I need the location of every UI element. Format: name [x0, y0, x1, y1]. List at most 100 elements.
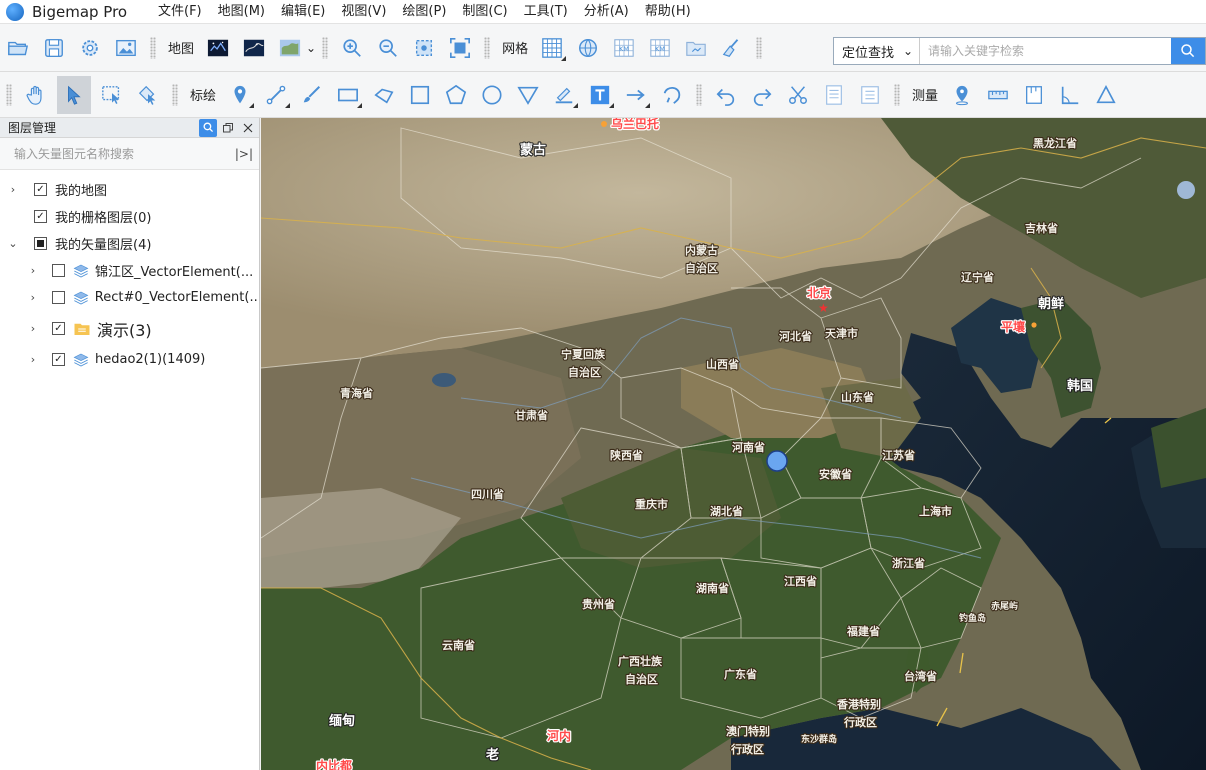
label-tianjin: 天津市: [825, 326, 858, 340]
expand-arrow-icon[interactable]: ⌄: [6, 237, 20, 250]
chevron-down-icon[interactable]: ⌄: [306, 41, 316, 55]
tree-item-rect[interactable]: › Rect#0_VectorElement(...: [0, 284, 259, 311]
label-diaoyudao: 钓鱼岛: [959, 612, 986, 624]
tree-item-jinjiang[interactable]: › 锦江区_VectorElement(...: [0, 257, 259, 284]
grid-button[interactable]: [537, 33, 567, 63]
pointer-icon: [68, 85, 81, 105]
draw-freehand-button[interactable]: [297, 80, 327, 110]
menu-file[interactable]: 文件(F): [150, 0, 210, 24]
layer-checkbox[interactable]: [51, 291, 65, 304]
menu-tools[interactable]: 工具(T): [516, 0, 576, 24]
expand-arrow-icon[interactable]: ›: [26, 264, 40, 277]
expand-arrow-icon[interactable]: ›: [6, 183, 20, 196]
layer-checkbox[interactable]: [52, 353, 65, 366]
map-canvas[interactable]: 乌兰巴托 蒙古 黑龙江省 吉林省 内蒙古 自治区 辽宁省 北京 ★ 朝鲜 河北省…: [261, 118, 1206, 770]
tree-item-hedao2[interactable]: › hedao2(1)(1409): [0, 346, 259, 373]
draw-label: 标绘: [190, 89, 217, 104]
layer-panel-close-button[interactable]: [239, 119, 257, 137]
toolbar-separator: [756, 36, 763, 59]
menu-draw[interactable]: 绘图(P): [394, 0, 454, 24]
collapse-search-icon[interactable]: |>|: [235, 147, 253, 161]
draw-text-button[interactable]: [585, 80, 615, 110]
draw-marker-button[interactable]: [225, 80, 255, 110]
measure-area-button[interactable]: [1019, 80, 1049, 110]
ruler-pen-icon: [555, 87, 573, 103]
clear-grid-button[interactable]: [717, 33, 747, 63]
draw-sector-button[interactable]: [513, 80, 543, 110]
measure-distance-button[interactable]: [983, 80, 1013, 110]
save-button[interactable]: [39, 33, 69, 63]
import-grid-button[interactable]: [681, 33, 711, 63]
cut-button[interactable]: [783, 80, 813, 110]
selected-point-marker[interactable]: [766, 450, 788, 472]
zoom-out-button[interactable]: [373, 33, 403, 63]
draw-square-button[interactable]: [405, 80, 435, 110]
layer-panel-float-button[interactable]: [219, 119, 237, 137]
image-button[interactable]: [111, 33, 141, 63]
expand-arrow-icon[interactable]: ›: [26, 322, 40, 335]
map-source-night-button[interactable]: [203, 33, 233, 63]
select-button[interactable]: [57, 75, 91, 114]
paste-button[interactable]: [855, 80, 885, 110]
measure-angle-button[interactable]: [1055, 80, 1085, 110]
edit-vertex-button[interactable]: [133, 80, 163, 110]
redo-button[interactable]: [747, 80, 777, 110]
expand-arrow-icon[interactable]: ›: [26, 353, 40, 366]
layer-tree: › 我的地图 我的栅格图层(0) ⌄ 我的矢量图层(4) › 锦江区_Vecto…: [0, 170, 259, 373]
menu-cartography[interactable]: 制图(C): [454, 0, 515, 24]
undo-button[interactable]: [711, 80, 741, 110]
zoom-in-button[interactable]: [337, 33, 367, 63]
draw-measure-line-button[interactable]: [549, 80, 579, 110]
search-input[interactable]: [920, 38, 1171, 64]
sheet-grid-button[interactable]: KM: [645, 33, 675, 63]
tree-item-raster-layers[interactable]: 我的栅格图层(0): [0, 203, 259, 230]
draw-line-button[interactable]: [261, 80, 291, 110]
broom-icon: [722, 38, 739, 57]
layer-search-input[interactable]: [14, 146, 235, 161]
menu-view[interactable]: 视图(V): [333, 0, 394, 24]
toolbar-separator: [696, 83, 703, 106]
draw-pentagon-button[interactable]: [441, 80, 471, 110]
layer-checkbox[interactable]: [52, 264, 65, 277]
layer-checkbox[interactable]: [34, 210, 47, 223]
draw-circle-button[interactable]: [477, 80, 507, 110]
menu-map[interactable]: 地图(M): [210, 0, 273, 24]
globe-grid-button[interactable]: [573, 33, 603, 63]
draw-arrow-button[interactable]: [621, 80, 651, 110]
menu-help[interactable]: 帮助(H): [637, 0, 699, 24]
search-icon: [1181, 44, 1195, 58]
copy-button[interactable]: [819, 80, 849, 110]
open-file-button[interactable]: [3, 33, 33, 63]
menu-edit[interactable]: 编辑(E): [273, 0, 333, 24]
layer-checkbox[interactable]: [34, 183, 47, 196]
label-chiweiyu: 赤尾屿: [991, 600, 1018, 612]
layer-checkbox[interactable]: [52, 322, 65, 335]
search-mode-select[interactable]: 定位查找 ⌄: [834, 38, 920, 64]
measure-point-button[interactable]: [947, 80, 977, 110]
draw-curve-button[interactable]: [657, 80, 687, 110]
layer-checkbox[interactable]: [34, 237, 47, 250]
search-button[interactable]: [1171, 38, 1205, 64]
menu-bar: Bigemap Pro 文件(F) 地图(M) 编辑(E) 视图(V) 绘图(P…: [0, 0, 1206, 24]
capital-star-icon: ★: [818, 301, 829, 315]
layer-search-toggle-button[interactable]: [199, 118, 217, 137]
box-select-button[interactable]: [97, 80, 127, 110]
toolbar-separator: [6, 83, 12, 106]
pan-button[interactable]: [21, 80, 51, 110]
tree-item-vector-layers[interactable]: ⌄ 我的矢量图层(4): [0, 230, 259, 257]
satellite-map[interactable]: 乌兰巴托 蒙古 黑龙江省 吉林省 内蒙古 自治区 辽宁省 北京 ★ 朝鲜 河北省…: [261, 118, 1206, 770]
draw-polygon-button[interactable]: [369, 80, 399, 110]
draw-rectangle-button[interactable]: [333, 80, 363, 110]
menu-analysis[interactable]: 分析(A): [576, 0, 637, 24]
settings-button[interactable]: [75, 33, 105, 63]
gear-icon: [82, 39, 98, 56]
tree-item-my-map[interactable]: › 我的地图: [0, 176, 259, 203]
map-source-dropdown-button[interactable]: [275, 33, 305, 63]
zoom-to-selection-button[interactable]: [409, 33, 439, 63]
km-grid-button[interactable]: KM: [609, 33, 639, 63]
map-source-satellite-button[interactable]: [239, 33, 269, 63]
tree-item-demo-folder[interactable]: › 演示(3): [0, 311, 259, 346]
expand-arrow-icon[interactable]: ›: [26, 291, 40, 304]
measure-height-button[interactable]: [1091, 80, 1121, 110]
full-extent-button[interactable]: [445, 33, 475, 63]
